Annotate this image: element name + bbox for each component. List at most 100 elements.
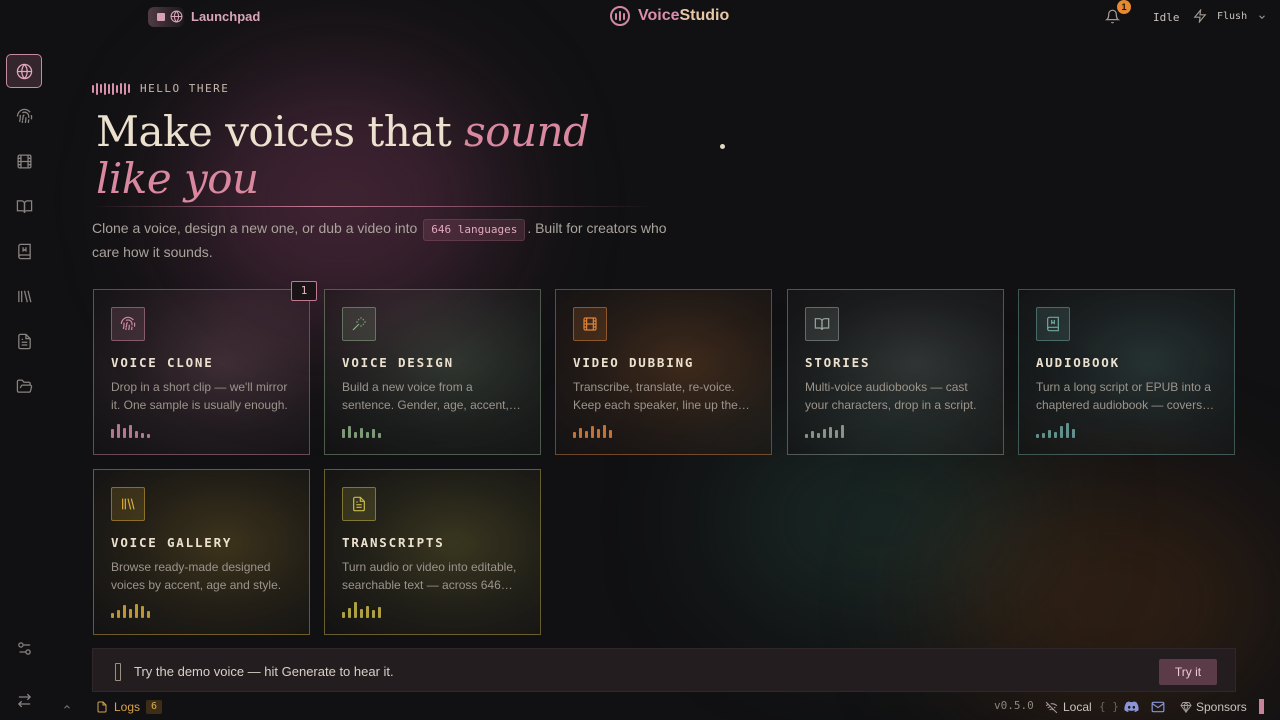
stop-square-icon [157, 13, 165, 21]
api-braces-icon[interactable]: { } [1099, 700, 1119, 713]
status-text: Idle [1153, 11, 1180, 24]
waveform-bar [342, 429, 345, 438]
card-icon [342, 487, 376, 521]
folder-open-icon [16, 378, 32, 393]
book-icon [17, 243, 31, 259]
card-icon [573, 307, 607, 341]
voicestudio-logo-icon [610, 6, 630, 26]
card-audiobook[interactable]: AUDIOBOOK Turn a long script or EPUB int… [1018, 289, 1235, 455]
waveform-bar [372, 610, 375, 618]
waveform-bar [348, 608, 351, 618]
sidebar-item-transcripts[interactable] [6, 324, 42, 358]
file-icon [97, 701, 107, 713]
banner-text: Try the demo voice — hit Generate to hea… [134, 664, 394, 679]
card-waveform [111, 602, 150, 618]
waveform-bar [597, 429, 600, 438]
waveform-bar [135, 604, 138, 618]
waveform-bar [366, 606, 369, 618]
waveform-bar [1042, 433, 1045, 438]
card-description: Multi-voice audiobooks — cast your chara… [805, 380, 977, 412]
waveform-bar [354, 602, 357, 618]
waveform-bar [141, 606, 144, 618]
waveform-bar [360, 609, 363, 618]
card-title: AUDIOBOOK [1036, 355, 1120, 370]
waveform-bar [603, 425, 606, 438]
bolt-icon [1193, 9, 1207, 23]
sidebar-item-voice-clone[interactable] [6, 99, 42, 133]
library-icon [17, 290, 31, 302]
book-open-icon [814, 318, 830, 331]
try-it-button[interactable]: Try it [1159, 659, 1217, 685]
waveform-bar [1054, 432, 1057, 438]
sidebar-item-files[interactable] [6, 369, 42, 403]
brand-name: VoiceStudio [638, 7, 730, 24]
card-waveform [342, 602, 381, 618]
card-description: Turn a long script or EPUB into a chapte… [1036, 380, 1211, 412]
card-icon [342, 307, 376, 341]
sidebar-item-stories[interactable] [6, 189, 42, 223]
card-transcripts[interactable]: TRANSCRIPTS Turn audio or video into edi… [324, 469, 541, 635]
card-waveform [111, 422, 150, 438]
waveform-bar [378, 607, 381, 618]
book-open-icon [16, 199, 32, 213]
card-stories[interactable]: STORIES Multi-voice audiobooks — cast yo… [787, 289, 1004, 455]
waveform-bar [585, 431, 588, 438]
logs-label: Logs [114, 700, 141, 714]
file-text-icon [353, 496, 365, 512]
waveform-bar [111, 429, 114, 438]
waveform-bar [378, 433, 381, 438]
book-icon [1047, 316, 1059, 332]
logs-button[interactable]: Logs 6 [96, 700, 163, 714]
card-voice-gallery[interactable]: VOICE GALLERY Browse ready-made designed… [93, 469, 310, 635]
sidebar-item-audiobook[interactable] [6, 234, 42, 268]
sponsors-link[interactable]: Sponsors [1180, 700, 1247, 714]
waveform-bar [823, 429, 826, 438]
status-bar: Logs 6 v0.5.0 Local { } Sponsors [0, 697, 1280, 720]
waveform-bar [841, 425, 844, 438]
card-description: Drop in a short clip — we'll mirror it. … [111, 380, 288, 412]
card-title: TRANSCRIPTS [342, 535, 445, 550]
launchpad-link[interactable]: Launchpad [191, 9, 260, 24]
app-switcher[interactable] [148, 7, 184, 27]
waveform-bar [147, 434, 150, 438]
sidebar-item-launchpad[interactable] [6, 54, 42, 88]
waveform-bar [141, 433, 144, 438]
sidebar-item-voice-gallery[interactable] [6, 279, 42, 313]
card-icon [1036, 307, 1070, 341]
top-bar: Launchpad VoiceStudio 1 Idle Flush [0, 0, 1280, 34]
wifi-off-icon [1045, 701, 1058, 713]
waveform-bar [1060, 426, 1063, 438]
local-toggle[interactable]: Local [1045, 700, 1092, 714]
card-icon [111, 307, 145, 341]
waveform-bar [1066, 423, 1069, 438]
waveform-bar [609, 430, 612, 438]
chevron-down-icon[interactable] [1257, 12, 1267, 22]
card-voice-clone[interactable]: VOICE CLONE Drop in a short clip — we'll… [93, 289, 310, 455]
sliders-icon [17, 641, 31, 655]
card-video-dubbing[interactable]: VIDEO DUBBING Transcribe, translate, re-… [555, 289, 772, 455]
globe-icon [16, 63, 32, 79]
waveform-bar [591, 426, 594, 438]
languages-pill: 646 languages [423, 219, 526, 241]
fingerprint-icon [16, 108, 32, 123]
waveform-bar [129, 425, 132, 438]
logs-count: 6 [146, 700, 163, 714]
waveform-icon [92, 82, 130, 95]
title-underline [92, 206, 652, 207]
sidebar-item-video-dubbing[interactable] [6, 144, 42, 178]
mail-icon[interactable] [1151, 701, 1165, 713]
card-description: Build a new voice from a sentence. Gende… [342, 380, 509, 412]
eyebrow-text: HELLO THERE [140, 82, 230, 95]
library-icon [122, 498, 135, 510]
film-icon [16, 153, 32, 169]
waveform-bar [147, 611, 150, 618]
sidebar-item-settings[interactable] [6, 631, 42, 665]
waveform-bar [342, 612, 345, 618]
discord-icon[interactable] [1124, 701, 1139, 713]
mode-dropdown[interactable]: Flush [1217, 11, 1247, 22]
waveform-bar [372, 429, 375, 438]
chevron-up-icon[interactable] [62, 702, 72, 712]
waveform-bar [817, 433, 820, 438]
waveform-bar [805, 434, 808, 438]
card-voice-design[interactable]: VOICE DESIGN Build a new voice from a se… [324, 289, 541, 455]
